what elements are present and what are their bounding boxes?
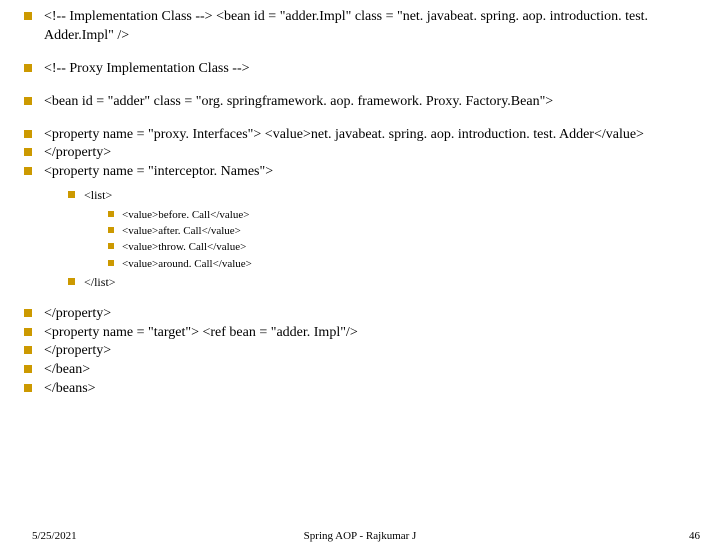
list-item: <property name = "target"> <ref bean = "… <box>20 324 700 343</box>
text: <property name = "target"> <ref bean = "… <box>44 325 358 340</box>
list-item: <list> <value>before. Call</value> <valu… <box>64 188 700 271</box>
slide-body: <!-- Implementation Class --> <bean id =… <box>0 0 720 540</box>
list-item: <bean id = "adder" class = "org. springf… <box>20 93 700 112</box>
bullet-list: <!-- Implementation Class --> <bean id =… <box>20 8 700 399</box>
list-item: </beans> <box>20 380 700 399</box>
list-item: <!-- Proxy Implementation Class --> <box>20 60 700 79</box>
sub-sub-list: <value>before. Call</value> <value>after… <box>84 208 700 271</box>
text: </property> <box>44 145 111 160</box>
text: <value>after. Call</value> <box>122 225 241 237</box>
list-item: <value>after. Call</value> <box>104 224 700 238</box>
text: </beans> <box>44 381 96 396</box>
text: <value>throw. Call</value> <box>122 241 246 253</box>
text: <bean id = "adder" class = "org. springf… <box>44 94 553 109</box>
list-item: </property> <box>20 342 700 361</box>
list-item: </bean> <box>20 361 700 380</box>
text: <value>before. Call</value> <box>122 209 249 221</box>
list-item: </list> <box>64 275 700 291</box>
text: <value>around. Call</value> <box>122 258 252 270</box>
text: </property> <box>44 306 111 321</box>
footer-title: Spring AOP - Rajkumar J <box>0 530 720 542</box>
list-item: <value>before. Call</value> <box>104 208 700 222</box>
text: <!-- Implementation Class --> <bean id =… <box>44 9 648 43</box>
list-item: <property name = "proxy. Interfaces"> <v… <box>20 126 700 145</box>
text: <list> <box>84 188 112 202</box>
list-item: <value>throw. Call</value> <box>104 240 700 254</box>
sub-list: <list> <value>before. Call</value> <valu… <box>44 188 700 290</box>
text: <!-- Proxy Implementation Class --> <box>44 61 250 76</box>
list-item: <value>around. Call</value> <box>104 257 700 271</box>
list-item: </property> <box>20 144 700 163</box>
text: <property name = "interceptor. Names"> <box>44 164 273 179</box>
text: </property> <box>44 343 111 358</box>
list-item: <!-- Implementation Class --> <bean id =… <box>20 8 700 46</box>
text: </bean> <box>44 362 90 377</box>
list-item: </property> <box>20 305 700 324</box>
footer-page: 46 <box>689 530 700 542</box>
text: <property name = "proxy. Interfaces"> <v… <box>44 127 644 142</box>
list-item: <property name = "interceptor. Names"> <… <box>20 163 700 290</box>
text: </list> <box>84 275 116 289</box>
